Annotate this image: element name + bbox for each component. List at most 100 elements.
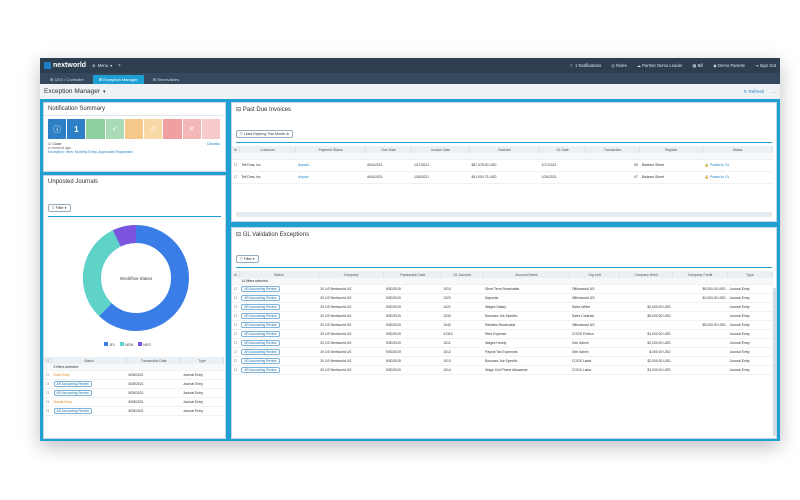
close-icon[interactable]: ⊗ xyxy=(286,132,289,136)
status-chip[interactable]: AR Accounting Review xyxy=(241,294,280,301)
roles-button[interactable]: ◎ Roles xyxy=(611,63,627,68)
status-chip[interactable]: AR Accounting Review xyxy=(53,389,92,396)
row-checkbox[interactable]: ☐ xyxy=(232,159,240,172)
status-chip[interactable]: AR Accounting Review xyxy=(241,321,280,328)
row-checkbox[interactable]: ☐ xyxy=(232,171,240,184)
column-header[interactable]: Org Unit xyxy=(569,271,621,278)
tab-receivables[interactable]: ⊞ Receivables xyxy=(147,75,185,84)
table-row[interactable]: ☐ AR Accounting Review 20 US Nextworld US 9… xyxy=(232,293,773,303)
status-chip[interactable]: AR Accounting Review xyxy=(241,348,280,355)
row-checkbox[interactable]: ☐ xyxy=(44,379,52,389)
tab-exception-manager[interactable]: ⊞ Exception Manager xyxy=(92,75,144,84)
refresh-button[interactable]: ↻ Refresh xyxy=(743,89,764,95)
collapse-icon[interactable]: ⊟ xyxy=(236,107,243,113)
status-chip[interactable]: AR Accounting Review xyxy=(241,303,280,310)
table-row[interactable]: ☐ AR Accounting Review 20 US Nextworld US 9… xyxy=(232,302,773,312)
table-row[interactable]: ☐ Tell Dms, Inc Unpaid 6/04/2021 1/26/2021 $4… xyxy=(232,171,773,184)
user-menu[interactable]: ◉ Demo Parente xyxy=(713,63,745,68)
close-icon[interactable]: ✕ xyxy=(182,119,201,139)
row-checkbox[interactable]: ☐ xyxy=(232,284,240,294)
column-header[interactable]: Due Date xyxy=(365,146,413,153)
table-row[interactable]: ☐ AR Accounting Review 20 US Nextworld US 9… xyxy=(232,365,773,375)
vertical-scrollbar[interactable] xyxy=(773,288,776,436)
row-checkbox[interactable]: ☐ xyxy=(44,406,52,416)
kpi-error[interactable] xyxy=(163,119,182,139)
more-button[interactable]: ... xyxy=(772,89,776,95)
row-checkbox[interactable]: ☐ xyxy=(44,370,52,380)
row-checkbox[interactable]: ☐ xyxy=(232,329,240,339)
column-header[interactable]: Transaction xyxy=(585,146,641,153)
column-header[interactable]: Status xyxy=(51,357,127,364)
kpi-error-2[interactable] xyxy=(201,119,220,139)
payment-status-link[interactable]: Unpaid xyxy=(295,171,366,184)
app-logo[interactable]: nextworld xyxy=(44,62,86,69)
warning-icon[interactable]: ⚠ xyxy=(144,119,163,139)
menu-button[interactable]: ⊕ Menu ▾ xyxy=(92,63,112,68)
column-header[interactable]: Invoice Date xyxy=(411,146,470,153)
column-header[interactable]: GL Date xyxy=(539,146,586,153)
table-row[interactable]: ☐ AR Accounting Review 20 US Nextworld US 9… xyxy=(232,320,773,330)
row-checkbox[interactable]: ☐ xyxy=(232,356,240,366)
row-checkbox[interactable]: ☐ xyxy=(44,397,52,407)
kpi-count[interactable]: 1 xyxy=(67,119,86,139)
table-row[interactable]: ☐ AR Accounting Review 20 US Nextworld US 9… xyxy=(232,356,773,366)
legend-item[interactable]: NEW xyxy=(120,342,133,347)
table-row[interactable]: ☐ AR Accounting Review 8/28/2021 Journal En… xyxy=(44,388,224,398)
chevron-down-icon[interactable]: ▾ xyxy=(103,89,106,95)
status-chip[interactable]: AR Accounting Review xyxy=(241,339,280,346)
row-checkbox[interactable]: ☐ xyxy=(44,388,52,398)
status-chip[interactable]: AR Accounting Review xyxy=(241,285,280,292)
row-checkbox[interactable]: ☐ xyxy=(232,365,240,375)
horizontal-scrollbar[interactable] xyxy=(236,212,772,217)
column-header[interactable]: Register xyxy=(639,146,704,153)
table-row[interactable]: ☐ Tell Dms, Inc Unpaid 6/04/2021 1/17/2021 $8… xyxy=(232,159,773,172)
status-chip[interactable]: AR Accounting Review xyxy=(53,407,92,414)
info-icon[interactable]: ⓘ xyxy=(48,119,67,139)
check-icon[interactable]: ✓ xyxy=(105,119,124,139)
table-row[interactable]: ☐ AR Accounting Review 8/28/2021 Journal En… xyxy=(44,406,224,416)
column-header[interactable]: Status xyxy=(702,146,773,153)
notification-desc[interactable]: Exception: Item: Monthly Entry, Approval… xyxy=(48,150,221,154)
notifications-button[interactable]: ⚐ 1 Notifications xyxy=(570,63,601,68)
column-header[interactable]: Customer xyxy=(239,146,297,153)
table-row[interactable]: ☐ AR Accounting Review 20 US Nextworld US 9… xyxy=(232,347,773,357)
column-header[interactable]: Transaction Date xyxy=(126,357,182,364)
legend-item[interactable]: JE1 xyxy=(104,342,115,347)
status-chip[interactable]: AR Accounting Review xyxy=(241,312,280,319)
row-checkbox[interactable]: ☐ xyxy=(232,302,240,312)
column-header[interactable]: Transaction Date xyxy=(383,271,442,278)
table-row[interactable]: ☐ AR Accounting Review 20 US Nextworld US 9… xyxy=(232,329,773,339)
column-header[interactable]: Subtotal xyxy=(469,146,540,153)
column-header[interactable]: Payment Status xyxy=(295,146,366,153)
select-all-checkbox[interactable]: ⊕ xyxy=(232,146,240,153)
kpi-warning[interactable] xyxy=(124,119,144,139)
select-all-checkbox[interactable]: ⊕ xyxy=(232,271,240,278)
dismiss-button[interactable]: Dismiss xyxy=(207,142,220,146)
status-chip[interactable]: AR Accounting Review xyxy=(241,330,280,337)
donut-segment-neg[interactable] xyxy=(112,224,137,247)
signout-button[interactable]: ⇥ Sign Out xyxy=(755,63,776,68)
column-header[interactable]: Company xyxy=(318,271,385,278)
status-chip[interactable]: AR Accounting Review xyxy=(241,357,280,364)
column-header[interactable]: Type xyxy=(180,357,224,364)
table-row[interactable]: ☐ AR Accounting Review 20 US Nextworld US 9… xyxy=(232,311,773,321)
tab-ceo[interactable]: ⊞ CEO / Controller xyxy=(44,75,90,84)
extra-button[interactable]: ▦ Bill xyxy=(692,63,703,68)
column-header[interactable]: GL Account xyxy=(441,271,484,278)
column-header[interactable]: Type xyxy=(727,271,773,278)
filter-button[interactable]: ▽ Filter ▾ xyxy=(236,255,259,263)
row-checkbox[interactable]: ☐ xyxy=(232,293,240,303)
row-checkbox[interactable]: ☐ xyxy=(232,338,240,348)
collapse-icon[interactable]: ⊟ xyxy=(236,232,243,238)
filter-button[interactable]: ▽ Filter ▾ xyxy=(48,204,71,212)
column-header[interactable]: Company Debit xyxy=(619,271,674,278)
notification-item[interactable]: ☑ Close a moment ago Exception: Item: Mo… xyxy=(44,142,225,154)
status-chip[interactable]: AR Accounting Review xyxy=(53,380,92,387)
workspace-button[interactable]: ☁ Partner Demo Leader xyxy=(637,63,683,68)
table-row[interactable]: ☐ AR Accounting Review 20 US Nextworld US 9… xyxy=(232,338,773,348)
row-checkbox[interactable]: ☐ xyxy=(232,347,240,357)
select-all-checkbox[interactable]: ☐ xyxy=(44,357,53,364)
column-header[interactable]: Company Credit xyxy=(672,271,729,278)
table-row[interactable]: ☐ Draft Entry 6/28/2021 Journal Entry xyxy=(44,370,224,380)
table-row[interactable]: ☐ AR Accounting Review 8/28/2021 Journal En… xyxy=(44,379,224,389)
